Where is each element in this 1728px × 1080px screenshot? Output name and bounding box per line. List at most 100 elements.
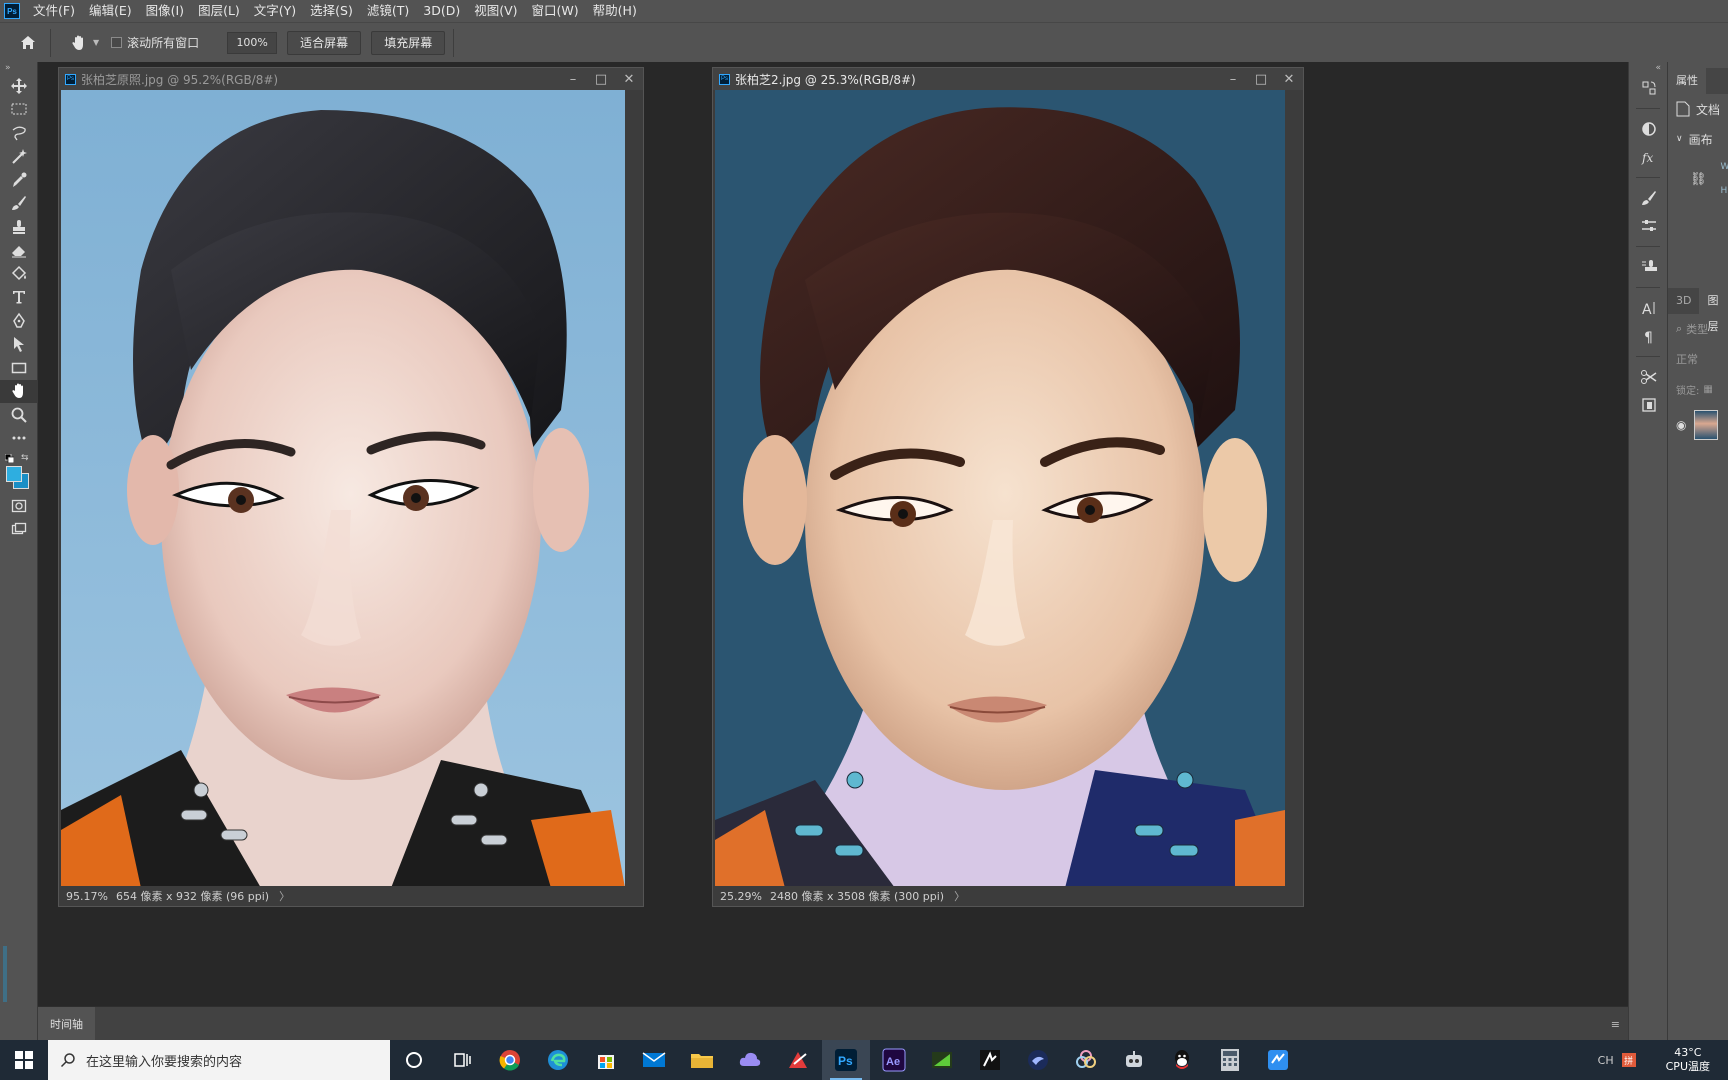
maximize-icon[interactable]: □	[1247, 68, 1275, 90]
tool-move[interactable]	[0, 74, 38, 98]
tool-eyedropper[interactable]	[0, 168, 38, 192]
brush-settings-panel-button[interactable]	[1629, 184, 1669, 212]
document-window-painting[interactable]: Ps 张柏芝2.jpg @ 25.3%(RGB/8#) – □ ✕ 25.29%…	[712, 67, 1304, 907]
task-view-button[interactable]	[438, 1040, 486, 1080]
libraries-panel-button[interactable]	[1629, 391, 1669, 419]
tool-zoom[interactable]	[0, 403, 38, 427]
default-colors-icon[interactable]	[5, 454, 14, 463]
tab-3d[interactable]: 3D	[1668, 288, 1700, 314]
taskbar-explorer[interactable]	[678, 1040, 726, 1080]
layer-filter-row[interactable]: ⌕ 类型	[1668, 314, 1728, 344]
document-titlebar[interactable]: Ps 张柏芝原照.jpg @ 95.2%(RGB/8#) – □ ✕	[59, 68, 643, 90]
tool-type[interactable]	[0, 286, 38, 310]
menu-3d[interactable]: 3D(D)	[416, 0, 467, 22]
menu-window[interactable]: 窗口(W)	[525, 0, 586, 22]
tab-layers[interactable]: 图层	[1699, 288, 1728, 333]
tool-quick-mask[interactable]	[0, 494, 38, 518]
tool-hand[interactable]	[0, 379, 38, 403]
document-zoom-value[interactable]: 25.29%	[720, 890, 770, 903]
photoshop-logo-icon[interactable]: Ps	[4, 3, 20, 19]
tool-more[interactable]	[0, 427, 38, 451]
tool-paint-bucket[interactable]	[0, 262, 38, 286]
styles-panel-button[interactable]: fx	[1629, 143, 1669, 171]
taskbar-chrome[interactable]	[486, 1040, 534, 1080]
foreground-color-swatch[interactable]	[6, 466, 22, 482]
toolbox-collapse-icon[interactable]: »	[0, 62, 37, 74]
taskbar-calculator[interactable]	[1206, 1040, 1254, 1080]
minimize-icon[interactable]: –	[559, 68, 587, 90]
menu-type[interactable]: 文字(Y)	[247, 0, 303, 22]
maximize-icon[interactable]: □	[587, 68, 615, 90]
document-window-original[interactable]: Ps 张柏芝原照.jpg @ 95.2%(RGB/8#) – □ ✕ 95.17…	[58, 67, 644, 907]
taskbar-photoshop[interactable]: Ps	[822, 1040, 870, 1080]
tool-screen-mode[interactable]	[0, 518, 38, 542]
menu-view[interactable]: 视图(V)	[467, 0, 524, 22]
collapse-panels-icon[interactable]: «	[1629, 62, 1667, 74]
canvas-section-header[interactable]: ∨ 画布	[1668, 124, 1728, 154]
close-icon[interactable]: ✕	[615, 68, 643, 90]
checkbox-box[interactable]	[111, 37, 123, 48]
fit-screen-button[interactable]: 适合屏幕	[287, 30, 362, 55]
menu-edit[interactable]: 编辑(E)	[82, 0, 139, 22]
ime-indicator[interactable]: CH	[1598, 1054, 1614, 1067]
tool-rectangle[interactable]	[0, 356, 38, 380]
taskbar-edge[interactable]	[534, 1040, 582, 1080]
tool-lasso[interactable]	[0, 121, 38, 145]
toolbox-scrollbar[interactable]	[3, 946, 7, 1002]
taskbar-robot-app[interactable]	[1110, 1040, 1158, 1080]
fill-screen-button[interactable]: 填充屏幕	[371, 30, 446, 55]
cortana-button[interactable]	[390, 1040, 438, 1080]
taskbar-blue-app[interactable]	[1254, 1040, 1302, 1080]
status-menu-arrow-icon[interactable]: 〉	[279, 888, 290, 904]
chevron-down-icon[interactable]: ▼	[93, 38, 99, 47]
taskbar-red-app[interactable]	[774, 1040, 822, 1080]
menu-select[interactable]: 选择(S)	[303, 0, 360, 22]
menu-image[interactable]: 图像(I)	[139, 0, 191, 22]
properties-panel-button[interactable]	[1629, 212, 1669, 240]
menu-help[interactable]: 帮助(H)	[586, 0, 644, 22]
taskbar-qq[interactable]	[1158, 1040, 1206, 1080]
home-button[interactable]	[14, 29, 42, 57]
menu-file[interactable]: 文件(F)	[26, 0, 82, 22]
start-button[interactable]	[0, 1040, 48, 1080]
taskbar-store[interactable]	[582, 1040, 630, 1080]
tool-marquee[interactable]	[0, 98, 38, 122]
tool-presets-panel-button[interactable]	[1629, 363, 1669, 391]
canvas-original-photo[interactable]	[61, 90, 625, 888]
menu-layer[interactable]: 图层(L)	[191, 0, 247, 22]
taskbar-mail[interactable]	[630, 1040, 678, 1080]
taskbar-bird-app[interactable]	[1014, 1040, 1062, 1080]
scroll-all-windows-checkbox[interactable]: 滚动所有窗口	[111, 34, 199, 51]
tab-timeline[interactable]: 时间轴	[38, 1007, 95, 1041]
status-menu-arrow-icon[interactable]: 〉	[954, 888, 965, 904]
taskbar-search-box[interactable]: 在这里输入你要搜索的内容	[48, 1040, 390, 1080]
swap-colors-icon[interactable]: ⇆	[21, 453, 29, 463]
layer-row[interactable]: ◉	[1668, 404, 1728, 446]
taskbar-green-app[interactable]	[918, 1040, 966, 1080]
taskbar-cloud-app[interactable]	[726, 1040, 774, 1080]
panel-menu-icon[interactable]: ≡	[1611, 1018, 1620, 1031]
menu-filter[interactable]: 滤镜(T)	[360, 0, 416, 22]
history-panel-button[interactable]	[1629, 74, 1669, 102]
tool-clone-stamp[interactable]	[0, 215, 38, 239]
character-panel-button[interactable]: A	[1629, 294, 1669, 322]
cpu-temp-widget[interactable]: 43°C CPU温度	[1666, 1046, 1710, 1074]
vertical-scrollbar[interactable]	[1287, 90, 1303, 888]
tool-path-selection[interactable]	[0, 333, 38, 357]
blend-mode-select[interactable]: 正常	[1668, 344, 1728, 374]
clone-source-panel-button[interactable]	[1629, 253, 1669, 281]
tool-pen[interactable]	[0, 309, 38, 333]
paragraph-panel-button[interactable]: ¶	[1629, 322, 1669, 350]
link-icon[interactable]: ⛓	[1690, 172, 1707, 187]
adjustments-panel-button[interactable]	[1629, 115, 1669, 143]
taskbar-after-effects[interactable]: Ae	[870, 1040, 918, 1080]
document-zoom-value[interactable]: 95.17%	[66, 890, 116, 903]
tab-properties[interactable]: 属性	[1668, 68, 1706, 94]
ime-pinyin-icon[interactable]: 拼	[1621, 1053, 1636, 1067]
tool-preset-picker[interactable]	[67, 31, 91, 55]
close-icon[interactable]: ✕	[1275, 68, 1303, 90]
tool-magic-wand[interactable]	[0, 145, 38, 169]
zoom-level-field[interactable]: 100%	[227, 31, 278, 54]
canvas-painting[interactable]	[715, 90, 1285, 888]
lock-transparency-icon[interactable]: ▦	[1703, 384, 1712, 395]
